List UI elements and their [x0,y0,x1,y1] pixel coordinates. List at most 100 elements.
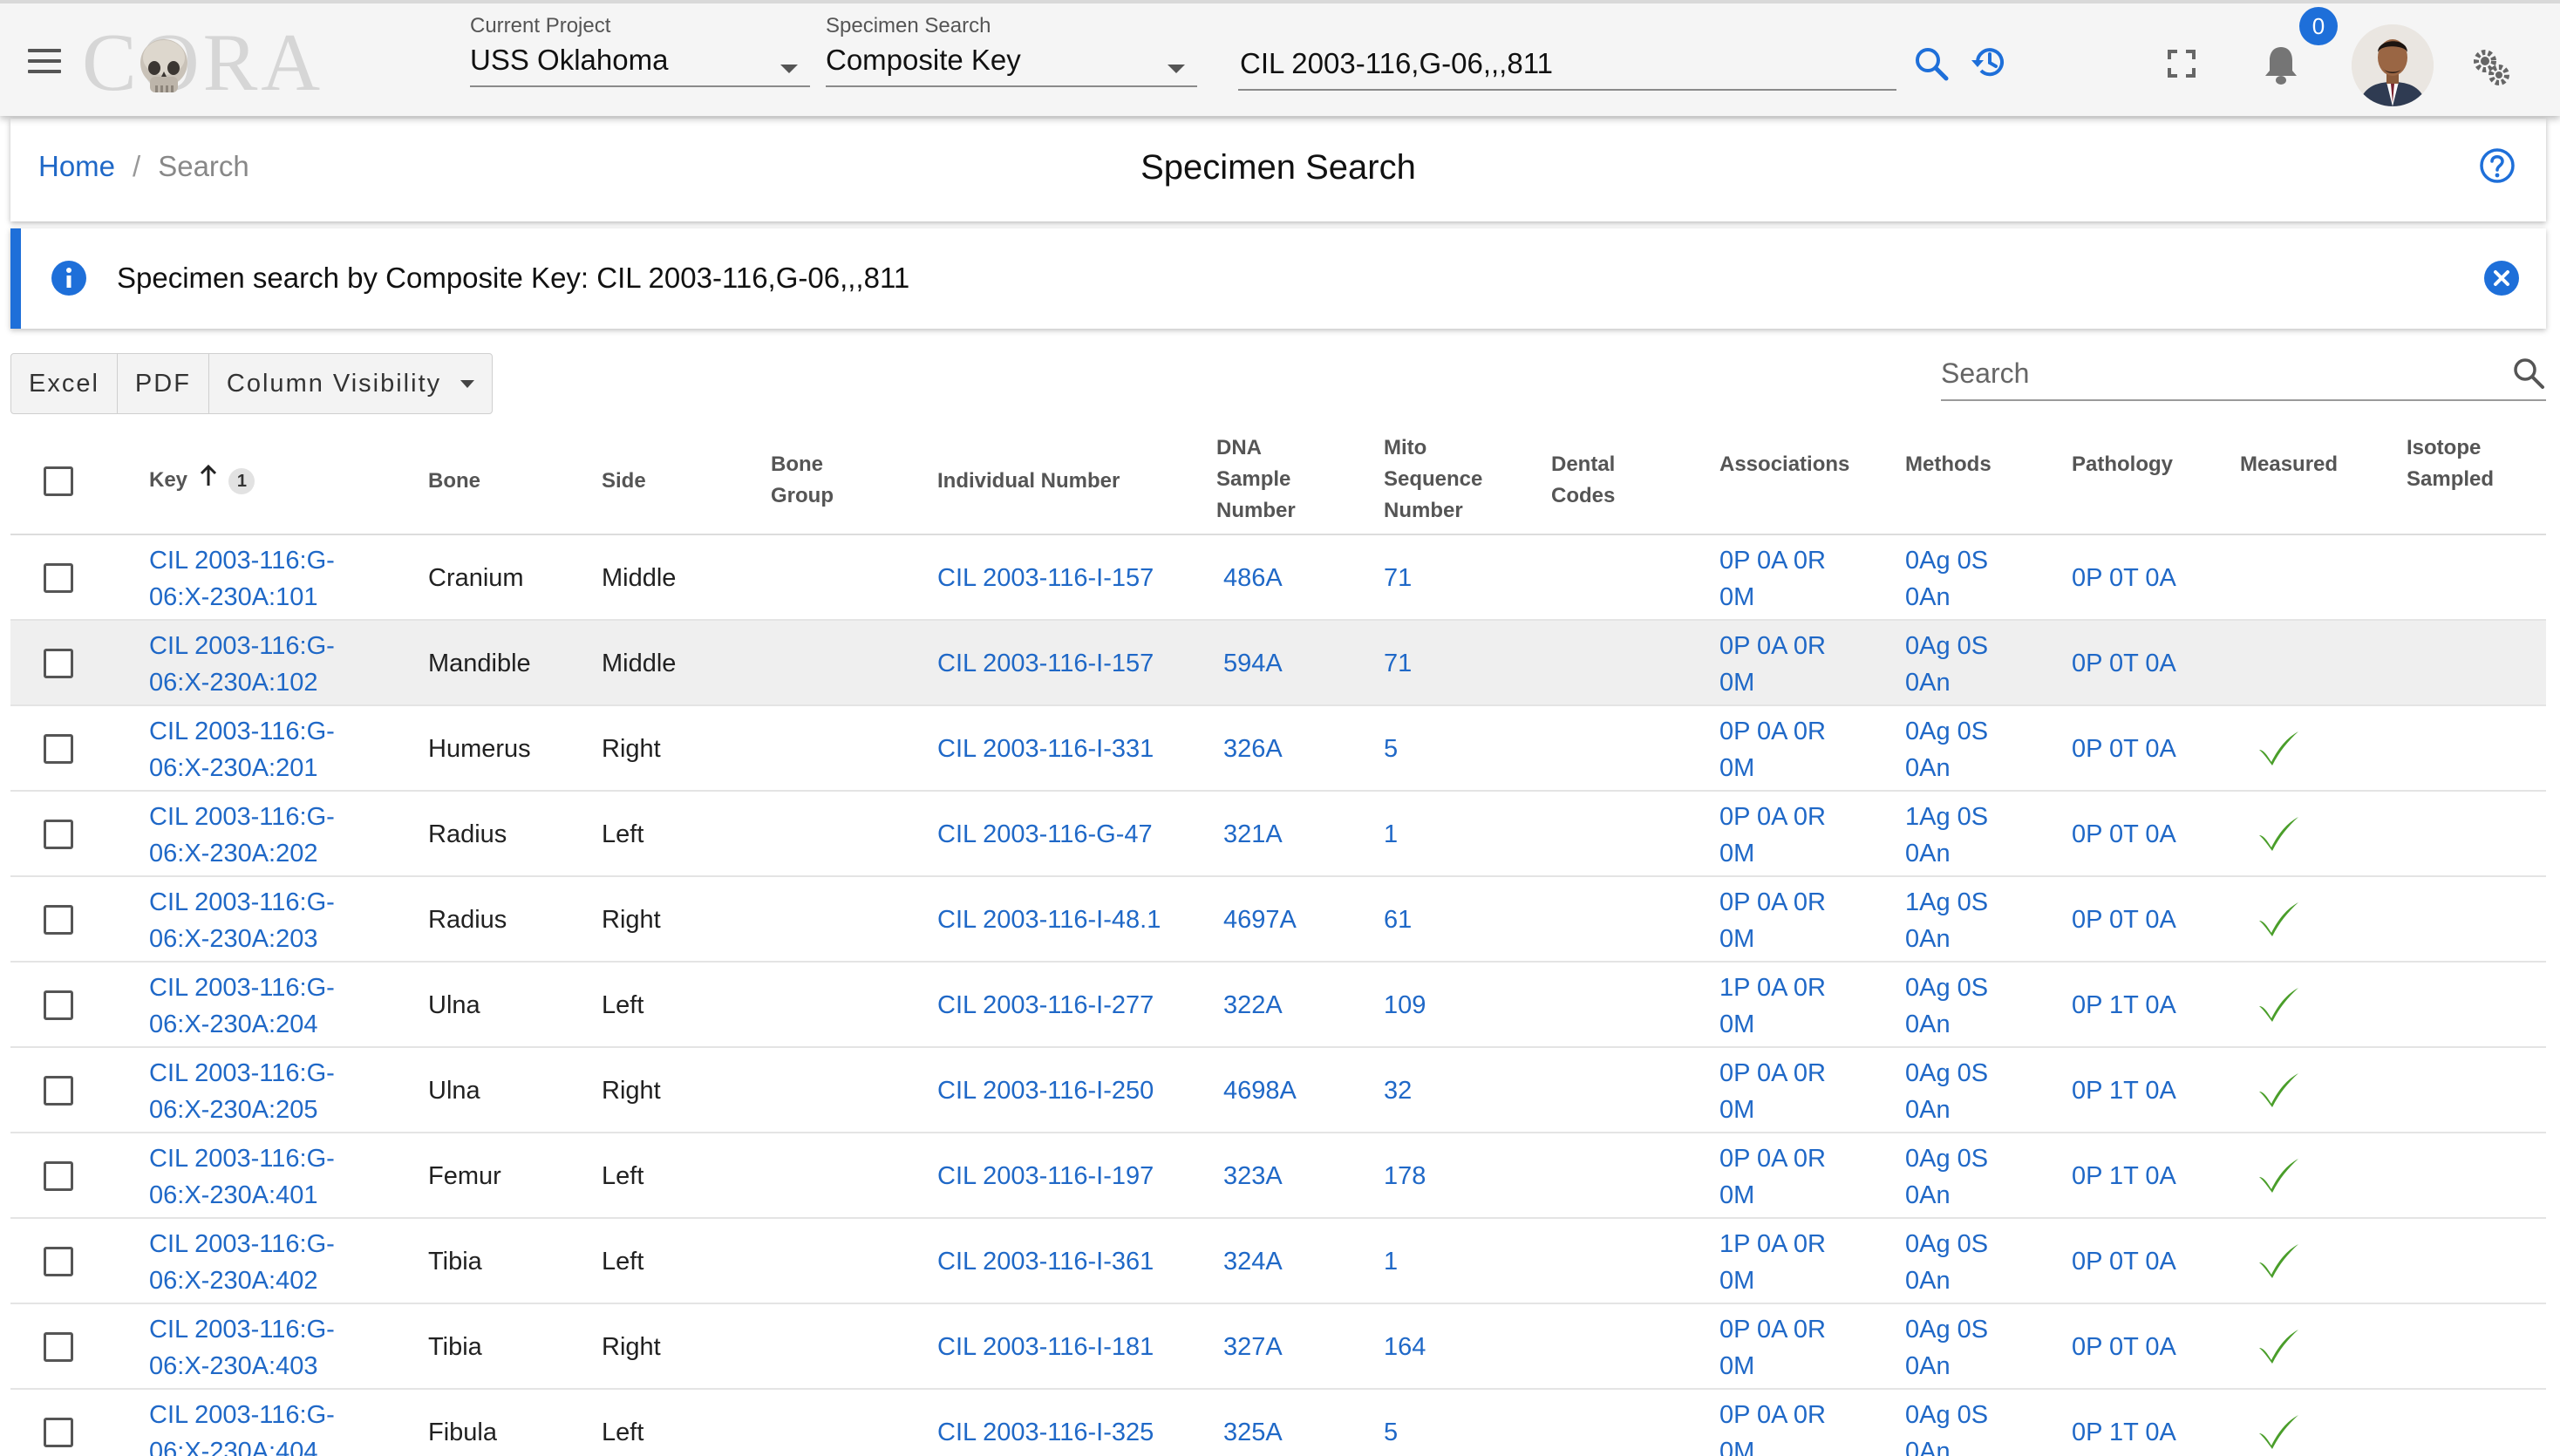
individual-number-link[interactable]: CIL 2003-116-I-331 [937,731,1154,767]
pathology-link[interactable]: 0P 0T 0A [2072,560,2176,596]
table-row[interactable]: CIL 2003-116:G- 06:X-230A:101 Cranium Mi… [10,535,2546,621]
table-search-input[interactable] [1941,349,2482,398]
mito-sequence-link[interactable]: 109 [1384,987,1426,1024]
column-visibility-button[interactable]: Column Visibility [209,354,492,413]
specimen-key-link[interactable]: CIL 2003-116:G- 06:X-230A:401 [149,1140,335,1214]
row-checkbox[interactable] [44,1247,73,1276]
specimen-key-link[interactable]: CIL 2003-116:G- 06:X-230A:204 [149,970,335,1043]
table-row[interactable]: CIL 2003-116:G- 06:X-230A:202 Radius Lef… [10,792,2546,877]
row-checkbox[interactable] [44,905,73,935]
row-checkbox[interactable] [44,1332,73,1362]
associations-link[interactable]: 0P 0A 0R 0M [1719,542,1826,616]
bell-icon[interactable] [2262,44,2300,85]
search-icon[interactable] [2511,356,2546,391]
column-header-methods[interactable]: Methods [1905,449,1991,480]
dna-sample-link[interactable]: 322A [1223,987,1283,1024]
table-row[interactable]: CIL 2003-116:G- 06:X-230A:401 Femur Left… [10,1133,2546,1219]
associations-link[interactable]: 0P 0A 0R 0M [1719,713,1826,786]
individual-number-link[interactable]: CIL 2003-116-I-325 [937,1414,1154,1451]
pathology-link[interactable]: 0P 0T 0A [2072,731,2176,767]
current-project-select[interactable]: Current Project USS Oklahoma [470,14,810,92]
column-header-mito-sequence-number[interactable]: Mito Sequence Number [1384,432,1482,527]
pathology-link[interactable]: 0P 1T 0A [2072,1158,2176,1194]
associations-link[interactable]: 0P 0A 0R 0M [1719,1397,1826,1456]
associations-link[interactable]: 1P 0A 0R 0M [1719,1226,1826,1299]
avatar[interactable] [2352,24,2434,106]
methods-link[interactable]: 0Ag 0S 0An [1905,628,1988,701]
table-row[interactable]: CIL 2003-116:G- 06:X-230A:403 Tibia Righ… [10,1304,2546,1390]
row-checkbox[interactable] [44,734,73,764]
methods-link[interactable]: 0Ag 0S 0An [1905,1397,1988,1456]
menu-icon[interactable] [28,49,61,75]
pathology-link[interactable]: 0P 1T 0A [2072,1072,2176,1109]
composite-key-search-input[interactable]: CIL 2003-116,G-06,,,811 [1238,45,1896,92]
fullscreen-icon[interactable] [2167,49,2196,78]
specimen-key-link[interactable]: CIL 2003-116:G- 06:X-230A:403 [149,1311,335,1385]
methods-link[interactable]: 0Ag 0S 0An [1905,1140,1988,1214]
row-checkbox[interactable] [44,820,73,849]
column-header-side[interactable]: Side [602,466,646,497]
pathology-link[interactable]: 0P 0T 0A [2072,1329,2176,1365]
pathology-link[interactable]: 0P 0T 0A [2072,901,2176,938]
pathology-link[interactable]: 0P 0T 0A [2072,816,2176,853]
column-header-isotope-sampled[interactable]: Isotope Sampled [2407,432,2494,495]
individual-number-link[interactable]: CIL 2003-116-G-47 [937,816,1153,853]
specimen-key-link[interactable]: CIL 2003-116:G- 06:X-230A:404 [149,1397,335,1456]
specimen-key-link[interactable]: CIL 2003-116:G- 06:X-230A:205 [149,1055,335,1128]
methods-link[interactable]: 1Ag 0S 0An [1905,884,1988,957]
column-header-key[interactable]: Key 1 [149,464,255,496]
associations-link[interactable]: 0P 0A 0R 0M [1719,1311,1826,1385]
mito-sequence-link[interactable]: 164 [1384,1329,1426,1365]
dna-sample-link[interactable]: 326A [1223,731,1283,767]
mito-sequence-link[interactable]: 1 [1384,816,1398,853]
associations-link[interactable]: 0P 0A 0R 0M [1719,1140,1826,1214]
associations-link[interactable]: 0P 0A 0R 0M [1719,884,1826,957]
row-checkbox[interactable] [44,649,73,678]
methods-link[interactable]: 0Ag 0S 0An [1905,1311,1988,1385]
dna-sample-link[interactable]: 594A [1223,645,1283,682]
individual-number-link[interactable]: CIL 2003-116-I-250 [937,1072,1154,1109]
column-header-bone[interactable]: Bone [428,466,480,497]
column-header-bone-group[interactable]: Bone Group [771,449,834,512]
row-checkbox[interactable] [44,563,73,593]
individual-number-link[interactable]: CIL 2003-116-I-197 [937,1158,1154,1194]
specimen-search-select[interactable]: Specimen Search Composite Key [826,14,1197,92]
pathology-link[interactable]: 0P 1T 0A [2072,1414,2176,1451]
individual-number-link[interactable]: CIL 2003-116-I-157 [937,645,1154,682]
row-checkbox[interactable] [44,1076,73,1106]
column-header-associations[interactable]: Associations [1719,449,1849,480]
specimen-key-link[interactable]: CIL 2003-116:G- 06:X-230A:402 [149,1226,335,1299]
row-checkbox[interactable] [44,1161,73,1191]
specimen-key-link[interactable]: CIL 2003-116:G- 06:X-230A:203 [149,884,335,957]
mito-sequence-link[interactable]: 71 [1384,645,1412,682]
settings-icon[interactable] [2471,47,2511,87]
mito-sequence-link[interactable]: 1 [1384,1243,1398,1280]
dna-sample-link[interactable]: 323A [1223,1158,1283,1194]
individual-number-link[interactable]: CIL 2003-116-I-277 [937,987,1154,1024]
table-row[interactable]: CIL 2003-116:G- 06:X-230A:201 Humerus Ri… [10,706,2546,792]
mito-sequence-link[interactable]: 5 [1384,1414,1398,1451]
individual-number-link[interactable]: CIL 2003-116-I-48.1 [937,901,1161,938]
specimen-key-link[interactable]: CIL 2003-116:G- 06:X-230A:101 [149,542,335,616]
mito-sequence-link[interactable]: 32 [1384,1072,1412,1109]
individual-number-link[interactable]: CIL 2003-116-I-181 [937,1329,1154,1365]
methods-link[interactable]: 0Ag 0S 0An [1905,970,1988,1043]
table-row[interactable]: CIL 2003-116:G- 06:X-230A:204 Ulna Left … [10,963,2546,1048]
mito-sequence-link[interactable]: 61 [1384,901,1412,938]
app-logo[interactable]: CORA [82,19,320,106]
pathology-link[interactable]: 0P 0T 0A [2072,645,2176,682]
column-header-individual-number[interactable]: Individual Number [937,466,1120,497]
associations-link[interactable]: 1P 0A 0R 0M [1719,970,1826,1043]
history-icon[interactable] [1969,42,2009,82]
table-row[interactable]: CIL 2003-116:G- 06:X-230A:402 Tibia Left… [10,1219,2546,1304]
table-row[interactable]: CIL 2003-116:G- 06:X-230A:404 Fibula Lef… [10,1390,2546,1456]
individual-number-link[interactable]: CIL 2003-116-I-157 [937,560,1154,596]
methods-link[interactable]: 0Ag 0S 0An [1905,542,1988,616]
associations-link[interactable]: 0P 0A 0R 0M [1719,1055,1826,1128]
table-row[interactable]: CIL 2003-116:G- 06:X-230A:102 Mandible M… [10,621,2546,706]
table-row[interactable]: CIL 2003-116:G- 06:X-230A:203 Radius Rig… [10,877,2546,963]
methods-link[interactable]: 0Ag 0S 0An [1905,1055,1988,1128]
search-icon[interactable] [1913,45,1950,82]
excel-button[interactable]: Excel [11,354,118,413]
methods-link[interactable]: 1Ag 0S 0An [1905,799,1988,872]
